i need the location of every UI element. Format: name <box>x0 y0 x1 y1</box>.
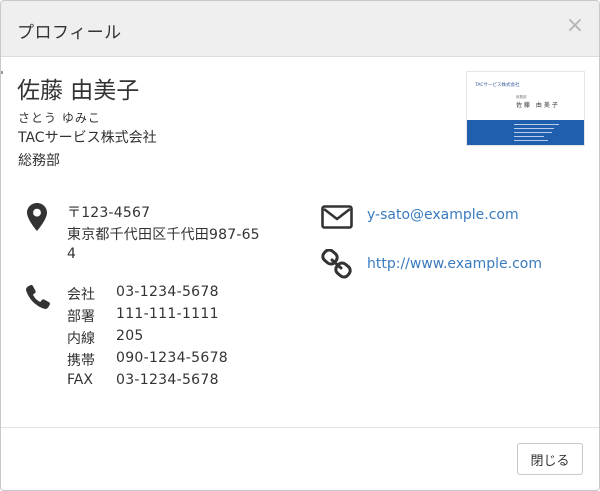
phone-icon <box>26 284 50 309</box>
card-company: TACサービス株式会社 <box>475 83 520 88</box>
phone-value-fax: 03-1234-5678 <box>116 372 219 388</box>
card-name: 佐藤 由美子 <box>516 102 560 109</box>
phone-value-extension: 205 <box>116 328 144 344</box>
address-postal: 〒123-4567 <box>67 205 151 221</box>
card-text-line <box>514 136 544 137</box>
card-band <box>467 120 584 145</box>
dialog-header: プロフィール × <box>1 1 599 57</box>
profile-department: 総務部 <box>18 153 60 169</box>
phone-label-mobile: 携帯 <box>67 353 95 369</box>
email-link[interactable]: y-sato@example.com <box>367 207 519 223</box>
card-text-line <box>514 140 548 141</box>
link-icon <box>321 249 352 279</box>
phone-value-department: 111-111-1111 <box>116 306 219 322</box>
phone-label-company: 会社 <box>67 287 95 303</box>
card-text-line <box>514 132 552 133</box>
card-text-line <box>514 124 559 125</box>
footer-divider <box>1 427 599 428</box>
address-line-continued: 4 <box>67 246 77 262</box>
phone-label-fax: FAX <box>67 372 93 388</box>
business-card-thumbnail[interactable]: TACサービス株式会社 総務部 佐藤 由美子 <box>466 71 585 146</box>
website-link[interactable]: http://www.example.com <box>367 256 542 272</box>
close-button[interactable]: 閉じる <box>517 443 583 475</box>
phone-label-extension: 内線 <box>67 331 95 347</box>
card-text-line <box>514 128 554 129</box>
close-icon[interactable]: × <box>564 13 586 39</box>
profile-company: TACサービス株式会社 <box>18 130 157 146</box>
address-line: 東京都千代田区千代田987-65 <box>67 227 260 243</box>
profile-kana: さとう ゆみこ <box>18 111 101 125</box>
edge-marker <box>1 71 3 74</box>
dialog-title: プロフィール <box>17 23 122 43</box>
profile-name: 佐藤 由美子 <box>17 78 140 104</box>
map-marker-icon <box>27 203 47 231</box>
phone-value-company: 03-1234-5678 <box>116 284 219 300</box>
envelope-icon <box>321 205 353 229</box>
phone-value-mobile: 090-1234-5678 <box>116 350 228 366</box>
phone-label-department: 部署 <box>67 309 95 325</box>
profile-dialog: プロフィール × 佐藤 由美子 さとう ゆみこ TACサービス株式会社 総務部 … <box>0 0 600 491</box>
